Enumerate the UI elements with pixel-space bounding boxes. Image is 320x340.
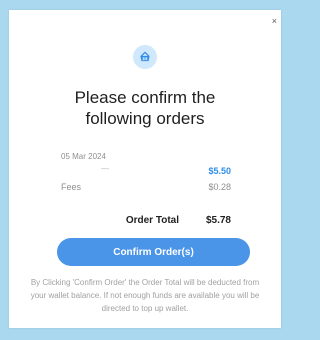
confirm-orders-modal: × Please confirm the following orders 05…	[9, 10, 281, 328]
order-item-amount: $5.50	[208, 166, 231, 176]
order-total-amount: $5.78	[205, 215, 231, 226]
order-total-label: Order Total	[125, 215, 179, 226]
modal-title: Please confirm the following orders	[9, 87, 281, 129]
wallet-note: By Clicking 'Confirm Order' the Order To…	[30, 278, 260, 313]
order-item-name: —	[101, 164, 109, 173]
title-line-2: following orders	[85, 109, 205, 128]
fees-row: Fees $0.28	[61, 182, 231, 192]
title-line-1: Please confirm the	[74, 88, 216, 107]
fees-label: Fees	[61, 182, 82, 192]
shopping-basket-icon	[133, 45, 157, 69]
close-icon[interactable]: ×	[272, 17, 277, 26]
confirm-orders-button[interactable]: Confirm Order(s)	[57, 238, 250, 266]
shopping-basket-glyph	[140, 51, 150, 62]
order-date: 05 Mar 2024	[61, 152, 106, 161]
fees-amount: $0.28	[208, 182, 231, 192]
